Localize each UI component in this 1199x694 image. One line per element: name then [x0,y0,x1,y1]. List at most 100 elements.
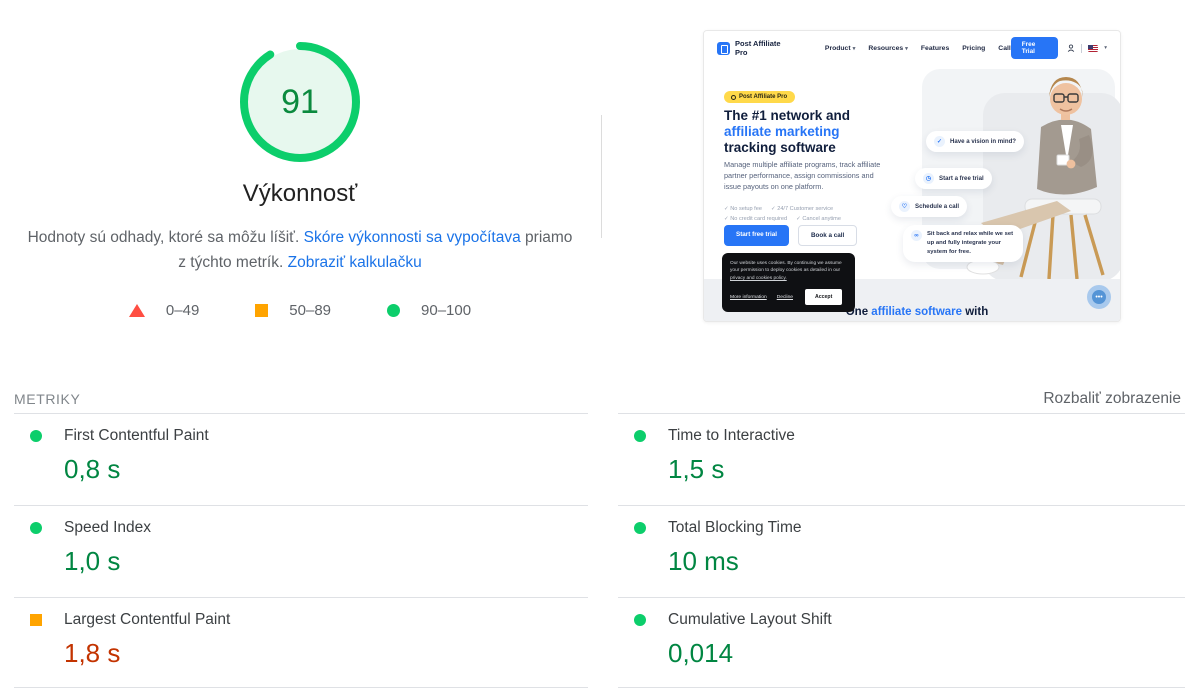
chat-widget-button: ••• [1087,285,1111,309]
performance-score-value: 91 [240,42,360,162]
pass-circle-icon [30,430,42,442]
metric-value: 1,5 s [668,454,1185,485]
metrics-columns: First Contentful Paint 0,8 s Speed Index… [14,413,1185,688]
check-no-credit-card: ✓ No credit card required [724,216,787,222]
cookie-more-info-link: More information [730,294,767,302]
performance-score-panel: 91 Výkonnosť Hodnoty sú odhady, ktoré sa… [0,0,600,375]
metric-speed-index: Speed Index 1,0 s [14,505,588,597]
hero-heading-line1: The #1 network and [724,108,850,124]
metrics-section: METRIKY Rozbaliť zobrazenie First Conten… [0,375,1199,688]
site-nav-links: Product▾ Resources▾ Features Pricing Cal… [825,45,1011,52]
heart-icon: ♡ [899,201,910,212]
check-cancel-anytime: ✓ Cancel anytime [796,216,841,222]
metric-label: Speed Index [64,519,151,537]
free-trial-button: Free Trial [1011,37,1058,59]
metric-time-to-interactive: Time to Interactive 1,5 s [618,413,1185,505]
chevron-down-icon: ▾ [853,46,856,52]
final-screenshot-thumbnail: Post Affiliate Pro Product▾ Resources▾ F… [703,30,1121,322]
vision-icon: ✓ [934,136,945,147]
nav-pricing: Pricing [962,45,985,52]
clock-icon: ◷ [923,173,934,184]
legend-item-fail: 0–49 [129,302,199,319]
nav-product: Product▾ [825,45,855,52]
score-description: Hodnoty sú odhady, ktoré sa môžu líšiť. … [28,225,573,275]
metric-label: First Contentful Paint [64,427,209,445]
pass-circle-icon [30,522,42,534]
user-icon [1067,44,1075,52]
metric-label: Largest Contentful Paint [64,611,230,629]
book-a-call-button: Book a call [798,225,857,246]
pass-circle-icon [634,430,646,442]
cookie-banner: Our website uses cookies. By continuing … [722,253,855,312]
hero-cta-row: Start free trial Book a call [724,225,857,246]
metric-value: 10 ms [668,546,1185,577]
lightbulb-icon [731,95,736,100]
metric-cumulative-layout-shift: Cumulative Layout Shift 0,014 [618,597,1185,688]
hero-heading-line2: affiliate marketing [724,124,850,140]
check-no-setup-fee: ✓ No setup fee [724,206,762,212]
metric-label: Cumulative Layout Shift [668,611,832,629]
nav-resources: Resources▾ [868,45,908,52]
metric-label: Total Blocking Time [668,519,802,537]
metric-value: 1,8 s [64,638,588,669]
average-square-icon [30,614,42,626]
summary-vertical-divider [601,115,602,238]
pass-range-label: 90–100 [421,302,471,319]
score-calculation-link[interactable]: Skóre výkonnosti sa vypočítava [304,229,521,246]
hero-heading-line3: tracking software [724,140,850,156]
fail-range-label: 0–49 [166,302,199,319]
metrics-right-column: Time to Interactive 1,5 s Total Blocking… [618,413,1185,688]
description-text: Hodnoty sú odhady, ktoré sa môžu líšiť. [28,229,304,246]
metrics-section-title: METRIKY [14,391,80,407]
legend-item-average: 50–89 [255,302,331,319]
cookie-text: Our website uses cookies. By continuing … [730,260,847,282]
nav-user-area: ▾ [1067,44,1107,53]
chat-bubble-relax: ∞ Sit back and relax while we set up and… [903,225,1023,262]
pass-circle-icon [387,304,400,317]
check-customer-service: ✓ 24/7 Customer service [771,206,833,212]
screenshot-hero: Post Affiliate Pro The #1 network and af… [704,65,1120,281]
view-calculator-link[interactable]: Zobraziť kalkulačku [288,254,422,271]
cookie-accept-button: Accept [805,289,842,305]
hero-paragraph: Manage multiple affiliate programs, trac… [724,160,882,192]
metrics-header: METRIKY Rozbaliť zobrazenie [0,375,1199,413]
link-icon: ∞ [911,230,922,241]
site-brand: Post Affiliate Pro [735,39,789,57]
screenshot-navbar: Post Affiliate Pro Product▾ Resources▾ F… [704,31,1120,65]
metric-value: 0,014 [668,638,1185,669]
hero-checklist: ✓ No setup fee ✓ 24/7 Customer service ✓… [724,206,841,225]
cookie-decline-link: Decline [777,294,793,302]
cookie-actions: More information Decline Accept [730,289,847,305]
start-free-trial-button: Start free trial [724,225,789,246]
metric-largest-contentful-paint: Largest Contentful Paint 1,8 s [14,597,588,688]
metric-label: Time to Interactive [668,427,795,445]
language-flag-icon [1088,45,1098,52]
fail-triangle-icon [129,304,145,317]
average-range-label: 50–89 [289,302,331,319]
chevron-down-icon: ▾ [905,46,908,52]
performance-summary: 91 Výkonnosť Hodnoty sú odhady, ktoré sa… [0,0,1199,375]
chat-bubble-vision: ✓ Have a vision in mind? [926,131,1024,152]
cookie-policy-link: privacy and cookies policy. [730,276,787,281]
chat-bubble-schedule: ♡ Schedule a call [891,196,967,217]
hero-badge: Post Affiliate Pro [724,91,795,103]
metrics-left-column: First Contentful Paint 0,8 s Speed Index… [14,413,588,688]
legend-item-pass: 90–100 [387,302,471,319]
nav-features: Features [921,45,949,52]
score-legend: 0–49 50–89 90–100 [129,302,471,319]
chat-bubble-trial: ◷ Start a free trial [915,168,992,189]
nav-divider [1081,44,1082,53]
metric-value: 0,8 s [64,454,588,485]
metric-total-blocking-time: Total Blocking Time 10 ms [618,505,1185,597]
performance-gauge: 91 [240,42,360,162]
site-logo-icon [717,42,730,55]
average-square-icon [255,304,268,317]
hero-heading: The #1 network and affiliate marketing t… [724,108,850,155]
category-title: Výkonnosť [243,180,357,208]
expand-view-toggle[interactable]: Rozbaliť zobrazenie [1043,390,1181,408]
pass-circle-icon [634,522,646,534]
chevron-down-icon: ▾ [1104,45,1107,51]
metric-first-contentful-paint: First Contentful Paint 0,8 s [14,413,588,505]
pass-circle-icon [634,614,646,626]
metric-value: 1,0 s [64,546,588,577]
